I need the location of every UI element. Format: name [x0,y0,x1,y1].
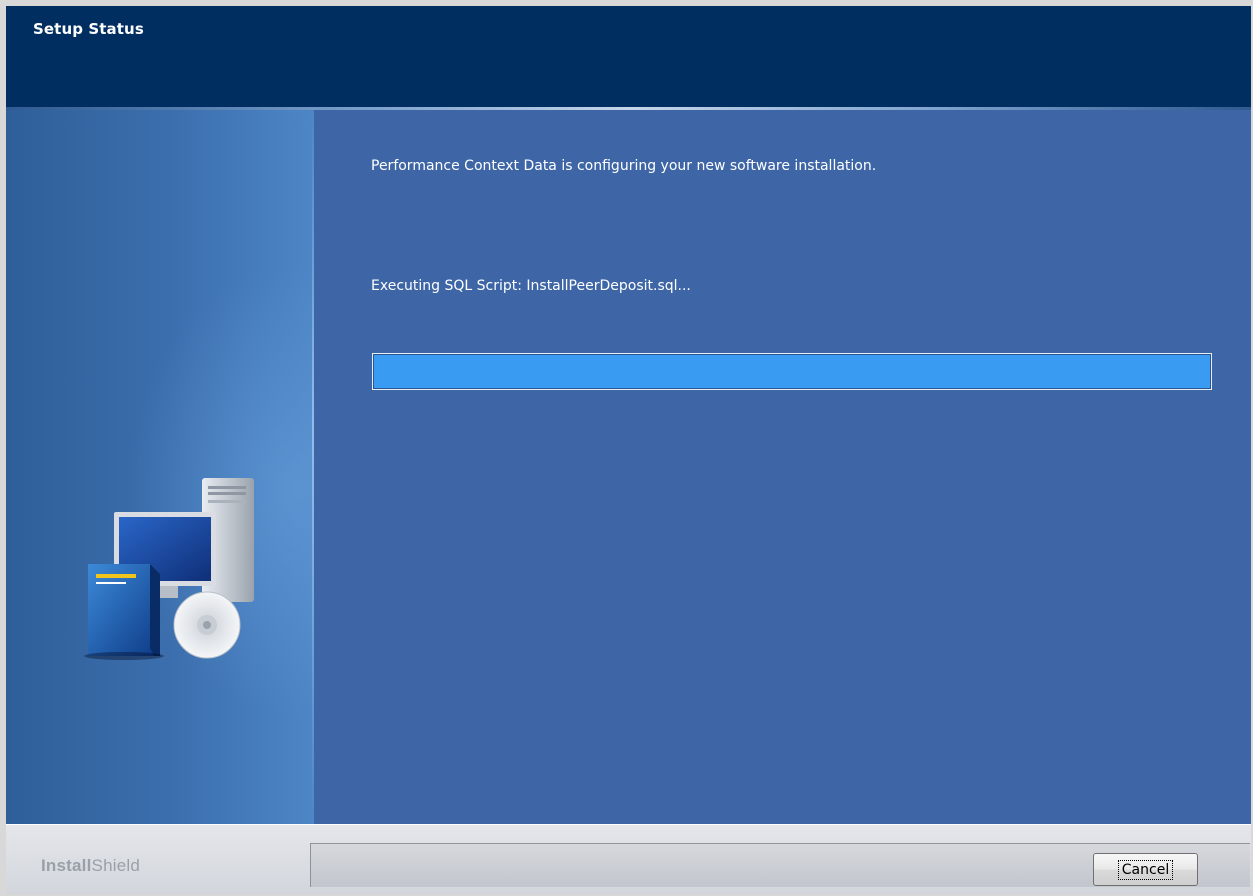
install-message: Performance Context Data is configuring … [371,158,877,174]
header-banner: Setup Status [6,6,1251,107]
setup-window: Setup Status Performance Context Data is… [6,6,1251,894]
footer: InstallShield Cancel [6,824,1251,894]
cancel-button[interactable]: Cancel [1093,853,1198,886]
side-banner [6,110,314,824]
installshield-logo: InstallShield [41,856,140,875]
installer-computer-icon [84,478,254,660]
progress-bar [372,353,1212,390]
main-content: Performance Context Data is configuring … [314,110,1251,824]
page-title: Setup Status [33,20,144,38]
progress-fill [374,355,1210,388]
cancel-button-label: Cancel [1117,859,1174,880]
current-action-text: Executing SQL Script: InstallPeerDeposit… [371,278,691,294]
